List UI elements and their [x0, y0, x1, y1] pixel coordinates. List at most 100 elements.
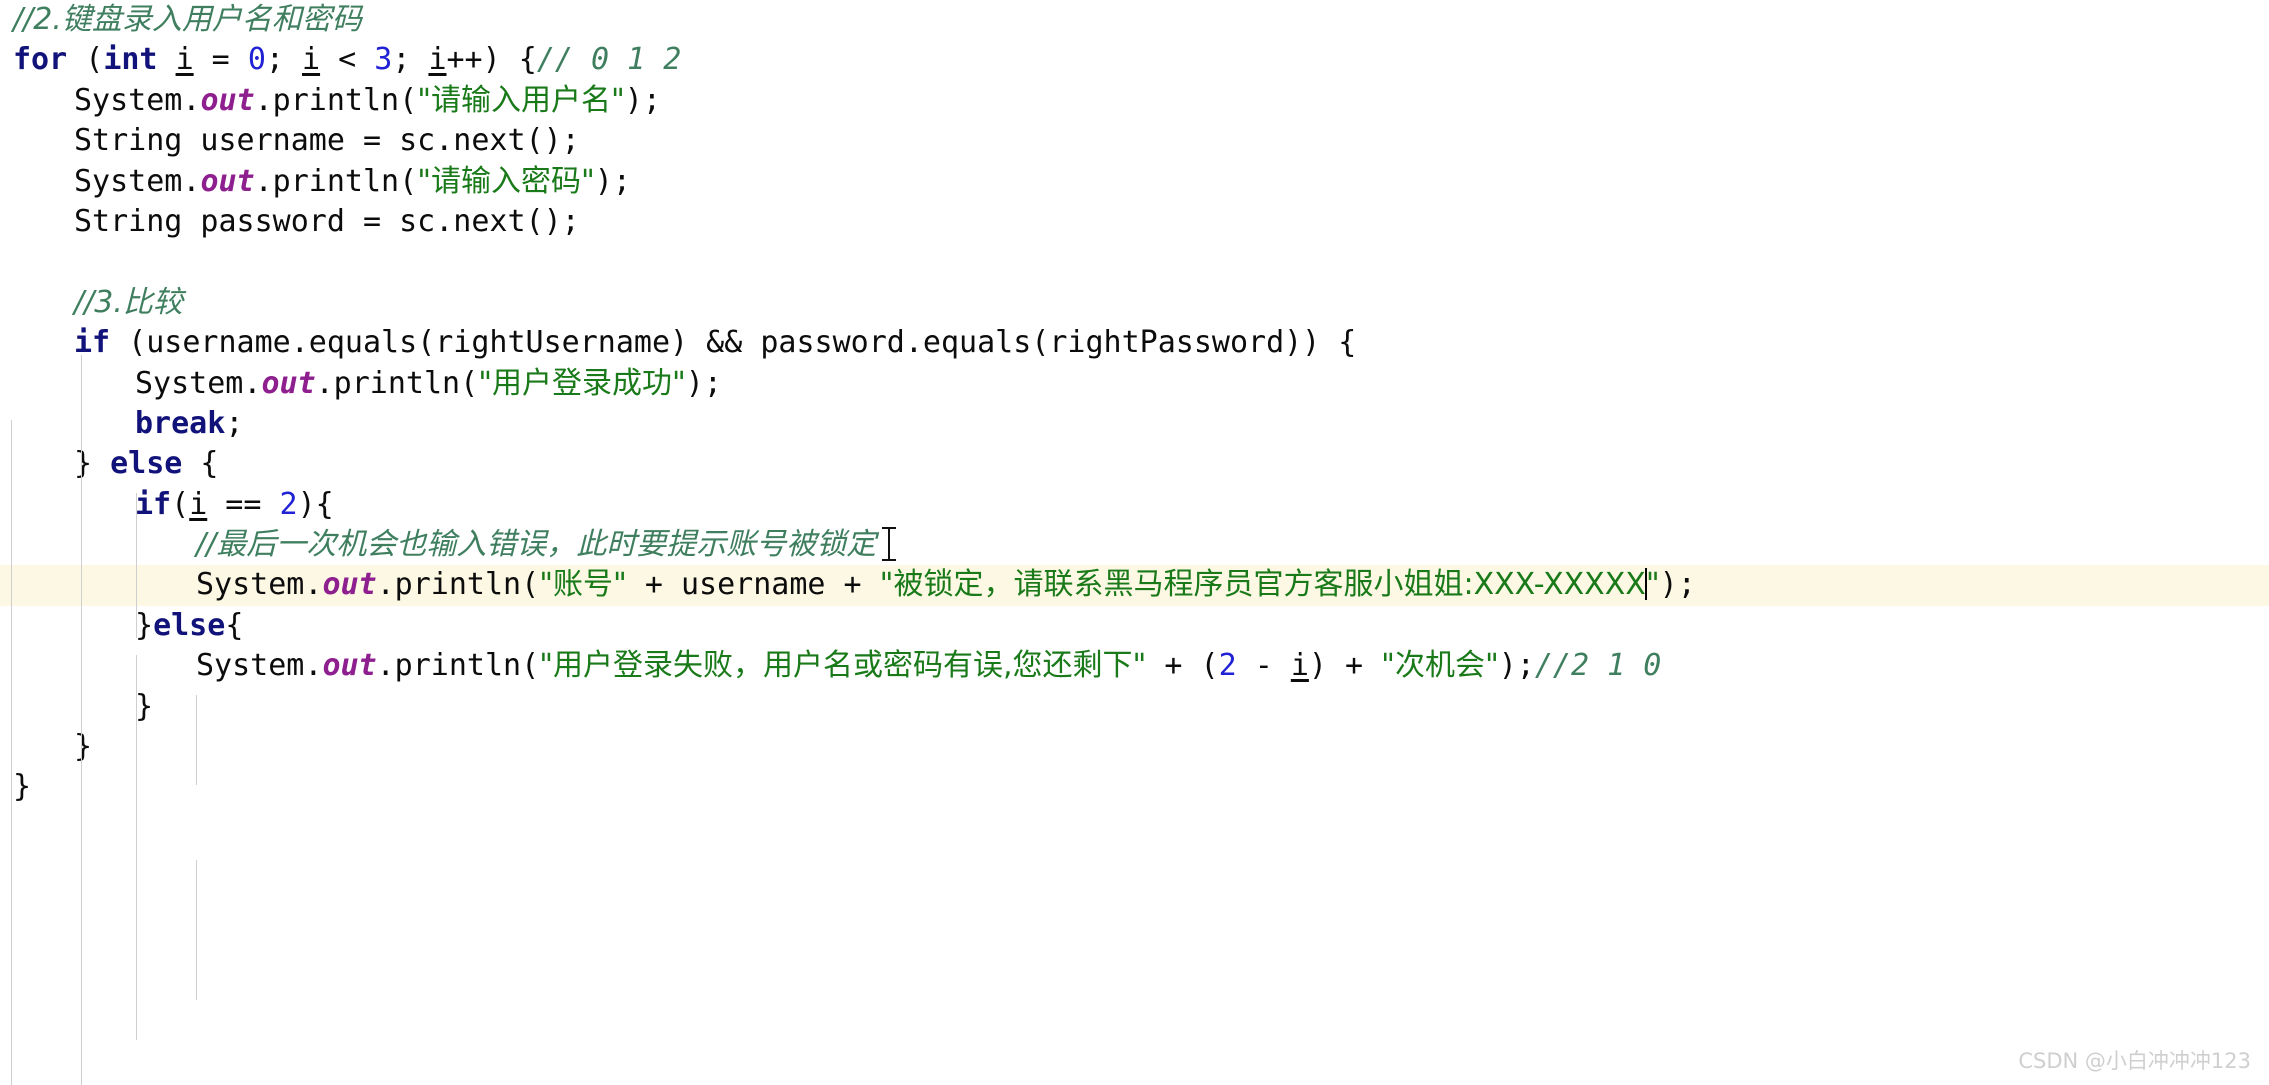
code-token: ); — [1498, 648, 1535, 684]
code-token: (username.equals(rightUsername) && passw… — [110, 325, 1357, 361]
code-token: ; — [225, 405, 244, 441]
code-line[interactable]: }else{ — [0, 606, 2269, 646]
watermark: CSDN @小白冲冲冲123 — [2018, 1049, 2251, 1073]
code-token: .println( — [376, 648, 540, 684]
code-token: { — [225, 607, 244, 643]
code-token: i — [1290, 648, 1309, 684]
code-token: //2 1 0 — [1534, 648, 1662, 684]
code-line[interactable]: for (int i = 0; i < 3; i++) {// 0 1 2 — [0, 40, 2269, 80]
code-line[interactable]: if (username.equals(rightUsername) && pa… — [0, 323, 2269, 363]
code-token: ++) { — [446, 42, 537, 78]
code-token: "被锁定，请联系黑马程序员官方客服小姐姐:XXX-XXXXX — [879, 567, 1646, 603]
code-token: System. — [74, 82, 201, 118]
code-token: .println( — [254, 82, 418, 118]
code-token: = — [193, 42, 248, 78]
code-token: i — [175, 42, 194, 78]
code-line[interactable]: //3.比较 — [0, 283, 2269, 323]
code-token: + username + — [626, 567, 880, 603]
code-area[interactable]: //2.键盘录入用户名和密码 for (int i = 0; i < 3; i++… — [0, 0, 2269, 1085]
code-token: == — [207, 486, 280, 522]
code-token: ); — [594, 163, 631, 199]
code-token: ){ — [297, 486, 334, 522]
code-token: i — [428, 42, 447, 78]
code-token: - — [1236, 648, 1291, 684]
code-token: "请输入密码" — [417, 163, 595, 199]
code-token: out — [200, 82, 255, 118]
code-token: ) + — [1308, 648, 1382, 684]
code-token: //3.比较 — [74, 284, 183, 320]
code-line[interactable]: } — [0, 687, 2269, 727]
code-token: int — [103, 42, 158, 78]
code-token: i — [189, 486, 208, 522]
code-token: < — [320, 42, 375, 78]
code-token: "账号" — [539, 567, 627, 603]
code-line[interactable] — [0, 242, 2269, 282]
code-token: //最后一次机会也输入错误，此时要提示账号被锁定 — [196, 527, 877, 563]
indent-guide — [136, 655, 137, 1040]
code-token: else — [153, 607, 226, 643]
code-token: out — [261, 365, 316, 401]
code-line[interactable]: System.out.println("请输入用户名"); — [0, 81, 2269, 121]
code-line[interactable]: String password = sc.next(); — [0, 202, 2269, 242]
code-token: .println( — [376, 567, 540, 603]
code-token: 2 — [1218, 648, 1237, 684]
code-token: } — [135, 688, 154, 724]
code-token: else — [110, 446, 183, 482]
code-token: " — [1645, 567, 1660, 603]
code-token: .println( — [315, 365, 479, 401]
code-token: //2.键盘录入用户名和密码 — [13, 2, 362, 37]
code-token: ; — [265, 42, 302, 78]
code-line[interactable]: } — [0, 727, 2269, 767]
code-line[interactable]: if(i == 2){ — [0, 485, 2269, 525]
code-token: System. — [196, 567, 323, 603]
code-token: for — [13, 42, 68, 78]
code-token: "用户登录成功" — [478, 365, 686, 401]
code-token: 2 — [279, 486, 298, 522]
code-token: "次机会" — [1381, 648, 1499, 684]
code-token: ); — [685, 365, 722, 401]
code-token: if — [74, 325, 111, 361]
code-token: "用户登录失败，用户名或密码有误,您还剩下" — [539, 648, 1147, 684]
code-token: } — [74, 446, 111, 482]
code-token: ); — [1659, 567, 1696, 603]
code-line[interactable]: System.out.println("账号" + username + "被锁… — [0, 565, 2269, 606]
code-token: out — [322, 648, 377, 684]
code-token: if — [135, 486, 172, 522]
indent-guide — [81, 355, 82, 1085]
code-editor[interactable]: //2.键盘录入用户名和密码 for (int i = 0; i < 3; i++… — [0, 0, 2269, 1085]
code-line[interactable]: break; — [0, 404, 2269, 444]
code-line[interactable]: //最后一次机会也输入错误，此时要提示账号被锁定 — [0, 525, 2269, 565]
code-token: } — [135, 607, 154, 643]
code-token: 3 — [374, 42, 393, 78]
code-line[interactable]: //2.键盘录入用户名和密码 — [0, 0, 2269, 40]
code-line[interactable]: } else { — [0, 444, 2269, 484]
code-line[interactable]: } — [0, 767, 2269, 807]
code-line[interactable]: System.out.println("请输入密码"); — [0, 162, 2269, 202]
code-line[interactable]: System.out.println("用户登录成功"); — [0, 364, 2269, 404]
code-token: break — [135, 405, 226, 441]
code-token: System. — [74, 163, 201, 199]
code-line[interactable]: String username = sc.next(); — [0, 121, 2269, 161]
code-token: ); — [624, 82, 661, 118]
indent-guide — [196, 860, 197, 1000]
code-token: "请输入用户名" — [417, 82, 625, 118]
code-token: ( — [171, 486, 190, 522]
code-token: + ( — [1146, 648, 1219, 684]
code-token: // 0 1 2 — [536, 42, 682, 78]
code-token: ( — [67, 42, 104, 78]
code-token: } — [13, 769, 32, 805]
indent-guide — [11, 420, 12, 1085]
code-token: String password = sc.next(); — [74, 203, 580, 239]
code-token: i — [302, 42, 321, 78]
code-token: } — [74, 729, 93, 765]
code-token: ; — [392, 42, 429, 78]
code-token: { — [182, 446, 219, 482]
code-token: String username = sc.next(); — [74, 123, 580, 159]
code-line[interactable]: System.out.println("用户登录失败，用户名或密码有误,您还剩下… — [0, 646, 2269, 686]
indent-guide — [136, 493, 137, 638]
code-token: System. — [135, 365, 262, 401]
indent-guide — [196, 695, 197, 785]
code-token: .println( — [254, 163, 418, 199]
code-token: 0 — [247, 42, 266, 78]
